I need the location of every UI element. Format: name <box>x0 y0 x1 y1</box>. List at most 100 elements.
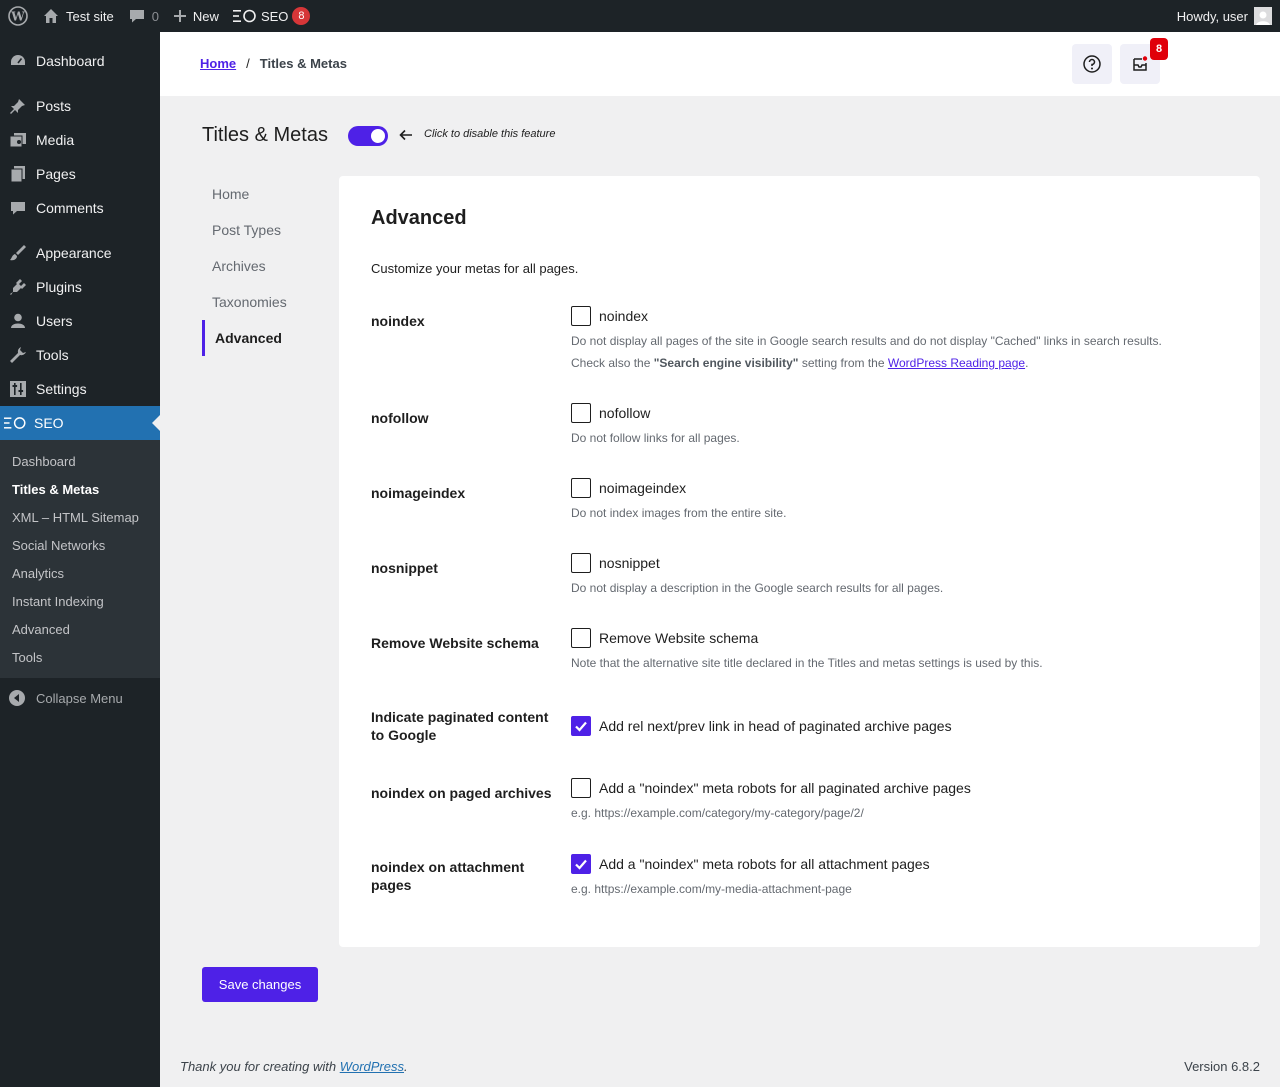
sidebar-item-dashboard[interactable]: Dashboard <box>0 44 160 78</box>
setting-description: e.g. https://example.com/category/my-cat… <box>571 806 864 820</box>
sidebar-label: Dashboard <box>36 53 105 69</box>
section-title: Advanced <box>371 207 467 229</box>
sidebar-label: Tools <box>36 347 69 363</box>
settings-icon <box>8 379 28 399</box>
comments-count: 0 <box>151 8 159 24</box>
sidebar-item-appearance[interactable]: Appearance <box>0 236 160 270</box>
nofollow-checkbox[interactable] <box>571 403 591 423</box>
setting-label: noindex on paged archives <box>371 785 552 801</box>
breadcrumb-home-link[interactable]: Home <box>200 56 236 71</box>
rel-next-prev-checkbox-label[interactable]: Add rel next/prev link in head of pagina… <box>571 716 952 736</box>
avatar <box>1254 7 1272 25</box>
checkbox-text: Add a "noindex" meta robots for all pagi… <box>599 780 971 796</box>
notifications-badge: 8 <box>1150 38 1168 60</box>
sidebar-label: Media <box>36 132 75 148</box>
media-icon <box>8 130 28 150</box>
desc-bold: "Search engine visibility" <box>653 356 799 370</box>
submenu-item-titles-metas[interactable]: Titles & Metas <box>0 475 160 503</box>
sidebar-item-settings[interactable]: Settings <box>0 372 160 406</box>
checkbox-text: noindex <box>599 308 649 324</box>
submenu-item-analytics[interactable]: Analytics <box>0 559 160 587</box>
sidebar-item-pages[interactable]: Pages <box>0 157 160 191</box>
brush-icon <box>8 243 28 263</box>
user-icon <box>8 311 28 331</box>
new-content-link[interactable]: New <box>166 0 226 32</box>
remove-schema-checkbox[interactable] <box>571 628 591 648</box>
noindex-paged-checkbox-label[interactable]: Add a "noindex" meta robots for all pagi… <box>571 778 971 798</box>
nosnippet-checkbox-label[interactable]: nosnippet <box>571 553 943 573</box>
noindex-attachment-checkbox[interactable] <box>571 854 591 874</box>
plugin-header: Home / Titles & Metas 8 <box>160 32 1280 96</box>
submenu-item-instant-indexing[interactable]: Instant Indexing <box>0 587 160 615</box>
sidebar-item-users[interactable]: Users <box>0 304 160 338</box>
sidebar-label: Settings <box>36 381 87 397</box>
footer-thanks: Thank you for creating with WordPress. <box>180 1059 408 1074</box>
submenu-item-social-networks[interactable]: Social Networks <box>0 531 160 559</box>
collapse-menu-button[interactable]: Collapse Menu <box>0 681 160 715</box>
tab-home[interactable]: Home <box>202 176 322 212</box>
howdy-text: Howdy, user <box>1176 8 1248 24</box>
checkbox-text: Add a "noindex" meta robots for all atta… <box>599 856 930 872</box>
remove-schema-checkbox-label[interactable]: Remove Website schema <box>571 628 1043 648</box>
tab-post-types[interactable]: Post Types <box>202 212 322 248</box>
tab-archives[interactable]: Archives <box>202 248 322 284</box>
sidebar-item-media[interactable]: Media <box>0 123 160 157</box>
footer-version: Version 6.8.2 <box>1184 1059 1260 1074</box>
section-description: Customize your metas for all pages. <box>371 261 579 276</box>
help-button[interactable] <box>1072 44 1112 84</box>
setting-description: Do not index images from the entire site… <box>571 506 787 520</box>
tab-advanced[interactable]: Advanced <box>202 320 322 356</box>
sidebar-label: Pages <box>36 166 76 182</box>
seo-adminbar-link[interactable]: SEO 8 <box>226 0 317 32</box>
feature-toggle[interactable] <box>348 126 388 146</box>
sidebar-label: Users <box>36 313 73 329</box>
wordpress-link[interactable]: WordPress <box>340 1059 404 1074</box>
noimageindex-checkbox[interactable] <box>571 478 591 498</box>
submenu-item-dashboard[interactable]: Dashboard <box>0 447 160 475</box>
sidebar-item-plugins[interactable]: Plugins <box>0 270 160 304</box>
submenu-item-sitemap[interactable]: XML – HTML Sitemap <box>0 503 160 531</box>
my-account-link[interactable]: Howdy, user <box>1170 0 1280 32</box>
reading-settings-link[interactable]: WordPress Reading page <box>888 356 1025 370</box>
page-title: Titles & Metas <box>202 124 328 146</box>
sidebar-item-comments[interactable]: Comments <box>0 191 160 225</box>
save-changes-button[interactable]: Save changes <box>202 967 318 1002</box>
setting-label: noindex on attachment pages <box>371 859 525 893</box>
site-name-link[interactable]: Test site <box>35 0 121 32</box>
seo-label: SEO <box>260 8 289 24</box>
checkmark-icon <box>575 859 587 870</box>
noindex-paged-checkbox[interactable] <box>571 778 591 798</box>
seo-icon <box>232 9 257 23</box>
sidebar-label: Plugins <box>36 279 82 295</box>
new-label: New <box>192 8 219 24</box>
setting-label: noindex <box>371 313 425 329</box>
noimageindex-checkbox-label[interactable]: noimageindex <box>571 478 786 498</box>
setting-description: Do not display all pages of the site in … <box>571 334 1162 348</box>
checkbox-text: nosnippet <box>599 555 660 571</box>
seo-submenu: Dashboard Titles & Metas XML – HTML Site… <box>0 440 160 678</box>
setting-label: nofollow <box>371 410 429 426</box>
rel-next-prev-checkbox[interactable] <box>571 716 591 736</box>
tab-taxonomies[interactable]: Taxonomies <box>202 284 322 320</box>
nofollow-checkbox-label[interactable]: nofollow <box>571 403 740 423</box>
sidebar-item-tools[interactable]: Tools <box>0 338 160 372</box>
nosnippet-checkbox[interactable] <box>571 553 591 573</box>
collapse-icon <box>8 689 26 707</box>
sidebar-item-posts[interactable]: Posts <box>0 89 160 123</box>
admin-sidebar: Dashboard Posts Media Pages Comments App… <box>0 32 160 1087</box>
sidebar-item-seo[interactable]: SEO <box>0 406 160 440</box>
notifications-button[interactable]: 8 <box>1120 38 1168 84</box>
wordpress-logo-icon[interactable]: W <box>0 0 35 32</box>
svg-text:W: W <box>10 10 25 24</box>
noindex-attachment-checkbox-label[interactable]: Add a "noindex" meta robots for all atta… <box>571 854 930 874</box>
submenu-item-advanced[interactable]: Advanced <box>0 615 160 643</box>
desc-text: . <box>1025 356 1029 370</box>
submenu-item-tools[interactable]: Tools <box>0 643 160 671</box>
noindex-checkbox-label[interactable]: noindex <box>571 306 1162 326</box>
noindex-checkbox[interactable] <box>571 306 591 326</box>
footer-text: . <box>404 1059 408 1074</box>
checkbox-text: Remove Website schema <box>599 630 759 646</box>
setting-description: e.g. https://example.com/my-media-attach… <box>571 882 852 896</box>
desc-text: Check also the <box>571 356 654 370</box>
comments-link[interactable]: 0 <box>121 0 166 32</box>
